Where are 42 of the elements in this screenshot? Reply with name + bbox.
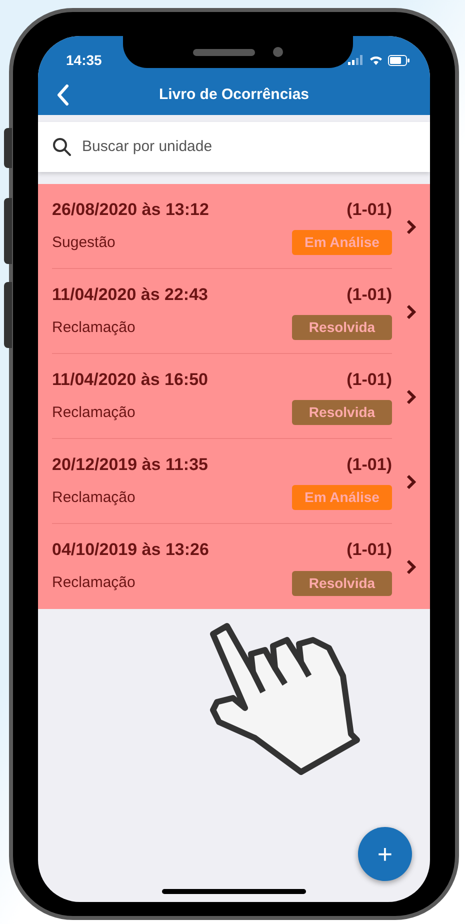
occurrence-datetime: 04/10/2019 às 13:26 <box>52 539 209 562</box>
occurrence-datetime: 11/04/2020 às 22:43 <box>52 284 208 306</box>
unit-code: (1-01) <box>346 198 392 221</box>
back-icon <box>56 84 70 106</box>
status-badge: Em Análise <box>292 485 392 510</box>
occurrence-type: Sugestão <box>52 232 116 252</box>
occurrence-type: Reclamação <box>52 402 136 422</box>
status-badge: Em Análise <box>292 230 392 256</box>
occurrence-row[interactable]: 11/04/2020 às 16:50 (1-01) Reclamação Resolvida <box>38 354 430 439</box>
unit-code: (1-01) <box>346 454 392 476</box>
occurrence-datetime: 26/08/2020 às 13:12 <box>52 198 209 221</box>
status-time: 14:35 <box>66 50 102 70</box>
chevron-right-icon <box>406 304 416 320</box>
chevron-right-icon <box>406 474 416 490</box>
signal-icon <box>348 55 364 65</box>
chevron-right-icon <box>406 218 416 234</box>
status-badge: Resolvida <box>292 315 392 340</box>
search-bar[interactable]: Buscar por unidade <box>38 122 430 172</box>
occurrence-type: Reclamação <box>52 488 136 508</box>
screen-title: Livro de Ocorrências <box>158 85 310 106</box>
occurrence-row[interactable]: 11/04/2020 às 22:43 (1-01) Reclamação Resolvida <box>38 269 430 354</box>
occurrence-type: Reclamação <box>52 573 136 593</box>
search-field[interactable]: Buscar por unidade <box>82 136 416 158</box>
occurrence-row[interactable]: 04/10/2019 às 13:26 (1-01) Reclamação Resolvida <box>38 524 430 609</box>
occurrence-type: Reclamação <box>52 318 136 338</box>
search-icon <box>52 137 72 157</box>
occurrence-datetime: 11/04/2020 às 16:50 <box>52 368 208 391</box>
front-camera <box>273 47 283 57</box>
add-button[interactable]: + <box>358 827 412 881</box>
occurrence-row[interactable]: 20/12/2019 às 11:35 (1-01) Reclamação Em Análise <box>38 439 430 524</box>
unit-code: (1-01) <box>346 368 392 391</box>
chevron-right-icon <box>406 388 416 404</box>
unit-code: (1-01) <box>346 539 392 562</box>
battery-icon <box>388 54 410 66</box>
speaker-grille <box>193 48 255 56</box>
status-badge: Resolvida <box>292 400 392 426</box>
status-badge: Resolvida <box>292 570 392 596</box>
wifi-icon <box>369 55 383 65</box>
occurrence-datetime: 20/12/2019 às 11:35 <box>52 454 208 476</box>
occurrence-row[interactable]: 26/08/2020 às 13:12 (1-01) Sugestão Em Análise <box>38 184 430 269</box>
unit-code: (1-01) <box>346 284 392 306</box>
chevron-right-icon <box>406 558 416 574</box>
